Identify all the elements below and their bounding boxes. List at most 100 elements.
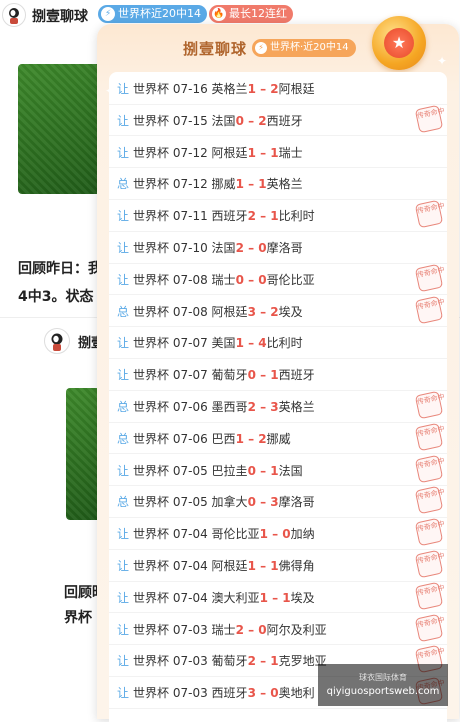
away-score: 1 [270, 209, 279, 224]
match-description: 世界杯 07-08 瑞士0 – 0哥伦比亚 [133, 271, 315, 288]
score-separator: – [243, 336, 259, 351]
bet-type-label: 让 [117, 209, 130, 224]
article-text-line: 界杯 [64, 610, 92, 626]
sparkle-icon: ✦ [437, 54, 448, 68]
match-row[interactable]: 让世界杯 07-16 英格兰1 – 2阿根廷 [109, 72, 447, 105]
author-avatar[interactable] [44, 328, 70, 354]
away-team: 阿尔及利亚 [266, 622, 327, 637]
score-separator: – [243, 241, 259, 255]
away-team: 挪威 [266, 431, 291, 446]
away-score: 1 [270, 654, 279, 669]
bet-type-label: 让 [117, 686, 130, 701]
author-avatar[interactable] [2, 3, 26, 27]
hit-stamp-icon: 传奇命中 [414, 486, 445, 515]
match-row[interactable]: 让世界杯 07-15 法国0 – 2西班牙 传奇命中 [109, 104, 447, 137]
bet-type-label: 让 [117, 113, 130, 128]
home-team: 瑞士 [211, 272, 236, 287]
match-row[interactable]: 让世界杯 07-04 阿根廷1 – 1佛得角 传奇命中 [109, 549, 447, 582]
star-icon: ★ [384, 28, 414, 58]
match-row[interactable]: 让世界杯 07-08 瑞士0 – 0哥伦比亚 传奇命中 [109, 263, 447, 296]
lightning-icon: ⚡ [101, 7, 115, 21]
match-date: 07-07 [172, 368, 208, 383]
match-date: 07-08 [172, 272, 208, 287]
league-name: 世界杯 [133, 177, 170, 192]
match-row[interactable]: 让世界杯 07-03 瑞士2 – 0阿尔及利亚 传奇命中 [109, 613, 447, 646]
match-date: 07-06 [172, 431, 208, 446]
match-row[interactable]: 总世界杯 07-05 加拿大0 – 3摩洛哥 传奇命中 [109, 485, 447, 518]
away-score: 3 [270, 495, 279, 510]
away-team: 佛得角 [278, 559, 315, 573]
score-separator: – [255, 463, 271, 478]
home-score: 3 [247, 304, 256, 319]
hit-stamp-icon: 传奇命中 [414, 549, 445, 579]
match-row[interactable]: 让世界杯 07-11 西班牙2 – 1比利时 传奇命中 [109, 199, 447, 232]
home-team: 法国 [211, 241, 236, 255]
home-score: 2 [247, 209, 256, 224]
author-name[interactable]: 捌壹聊球 [32, 6, 88, 26]
away-score: 0 [270, 686, 279, 701]
hit-stamp-icon: 传奇命中 [414, 613, 445, 642]
score-separator: – [255, 686, 271, 701]
medal-icon: ★ [372, 16, 426, 70]
world-cup-record-text: 世界杯近20中14 [118, 7, 201, 20]
match-date: 07-06 [172, 400, 208, 414]
match-row[interactable]: 总世界杯 07-08 阿根廷3 – 2埃及 传奇命中 [109, 295, 447, 328]
home-team: 巴拉圭 [211, 463, 248, 478]
match-row[interactable]: 让世界杯 07-04 哥伦比亚1 – 0加纳 传奇命中 [109, 517, 447, 550]
match-description: 世界杯 07-06 墨西哥2 – 3英格兰 [133, 398, 315, 415]
match-date: 07-12 [172, 177, 208, 192]
away-team: 英格兰 [278, 400, 315, 414]
away-score: 2 [270, 82, 279, 96]
match-date: 07-05 [172, 463, 208, 478]
away-team: 加纳 [290, 527, 315, 542]
away-team: 西班牙 [278, 368, 315, 383]
match-row[interactable]: 让世界杯 07-05 巴拉圭0 – 1法国 传奇命中 [109, 454, 447, 487]
match-record-list[interactable]: 让世界杯 07-16 英格兰1 – 2阿根廷让世界杯 07-15 法国0 – 2… [109, 72, 447, 722]
league-name: 世界杯 [133, 654, 170, 669]
match-row[interactable]: 总世界杯 07-12 挪威1 – 1英格兰 [109, 167, 447, 200]
league-name: 世界杯 [133, 272, 170, 287]
match-row[interactable]: 让世界杯 07-07 葡萄牙0 – 1西班牙 [109, 358, 447, 391]
away-score: 0 [282, 527, 291, 542]
match-description: 世界杯 07-10 法国2 – 0摩洛哥 [133, 239, 303, 256]
home-score: 1 [235, 431, 244, 446]
bet-type-label: 让 [117, 145, 130, 160]
bet-type-label: 让 [117, 559, 130, 573]
home-team: 挪威 [211, 177, 236, 192]
match-row[interactable]: 总世界杯 07-06 墨西哥2 – 3英格兰 传奇命中 [109, 390, 447, 423]
popup-record-badge: ⚡ 世界杯·近20中14 [252, 39, 356, 57]
away-team: 比利时 [278, 209, 315, 224]
record-popup: ✦ ✦ 捌壹聊球 ⚡ 世界杯·近20中14 ★ 让世界杯 07-16 英格兰1 … [97, 16, 459, 722]
away-score: 1 [270, 368, 279, 383]
hit-stamp-icon: 传奇命中 [414, 295, 445, 324]
away-score: 0 [258, 622, 267, 637]
home-team: 阿根廷 [211, 145, 248, 160]
world-cup-record-badge: ⚡ 世界杯近20中14 [98, 5, 207, 23]
away-team: 法国 [278, 463, 303, 478]
match-row[interactable]: 让世界杯 07-04 澳大利亚1 – 1埃及 传奇命中 [109, 581, 447, 614]
home-score: 0 [247, 368, 256, 383]
league-name: 世界杯 [133, 622, 170, 637]
hit-stamp-icon: 传奇命中 [414, 104, 445, 134]
bet-type-label: 总 [117, 495, 130, 510]
league-name: 世界杯 [133, 463, 170, 478]
league-name: 世界杯 [133, 209, 170, 224]
away-score: 3 [270, 400, 279, 414]
league-name: 世界杯 [133, 495, 170, 510]
home-score: 1 [259, 590, 268, 605]
bet-type-label: 让 [117, 336, 130, 351]
score-separator: – [243, 272, 259, 287]
match-row[interactable]: 让世界杯 07-10 法国2 – 0摩洛哥 [109, 231, 447, 264]
bet-type-label: 让 [117, 622, 130, 637]
match-row[interactable]: 让世界杯 07-12 阿根廷1 – 1瑞士 [109, 136, 447, 169]
home-team: 阿根廷 [211, 304, 248, 319]
match-row[interactable]: 让世界杯 07-07 美国1 – 4比利时 [109, 326, 447, 359]
score-separator: – [255, 559, 271, 573]
hit-stamp-icon: 传奇命中 [414, 454, 445, 483]
match-description: 世界杯 07-03 葡萄牙2 – 1克罗地亚 [133, 652, 327, 669]
bet-type-label: 总 [117, 304, 130, 319]
score-separator: – [255, 368, 271, 383]
league-name: 世界杯 [133, 336, 170, 351]
match-row[interactable]: 总世界杯 07-06 巴西1 – 2挪威 传奇命中 [109, 422, 447, 455]
match-description: 世界杯 07-07 美国1 – 4比利时 [133, 334, 303, 351]
